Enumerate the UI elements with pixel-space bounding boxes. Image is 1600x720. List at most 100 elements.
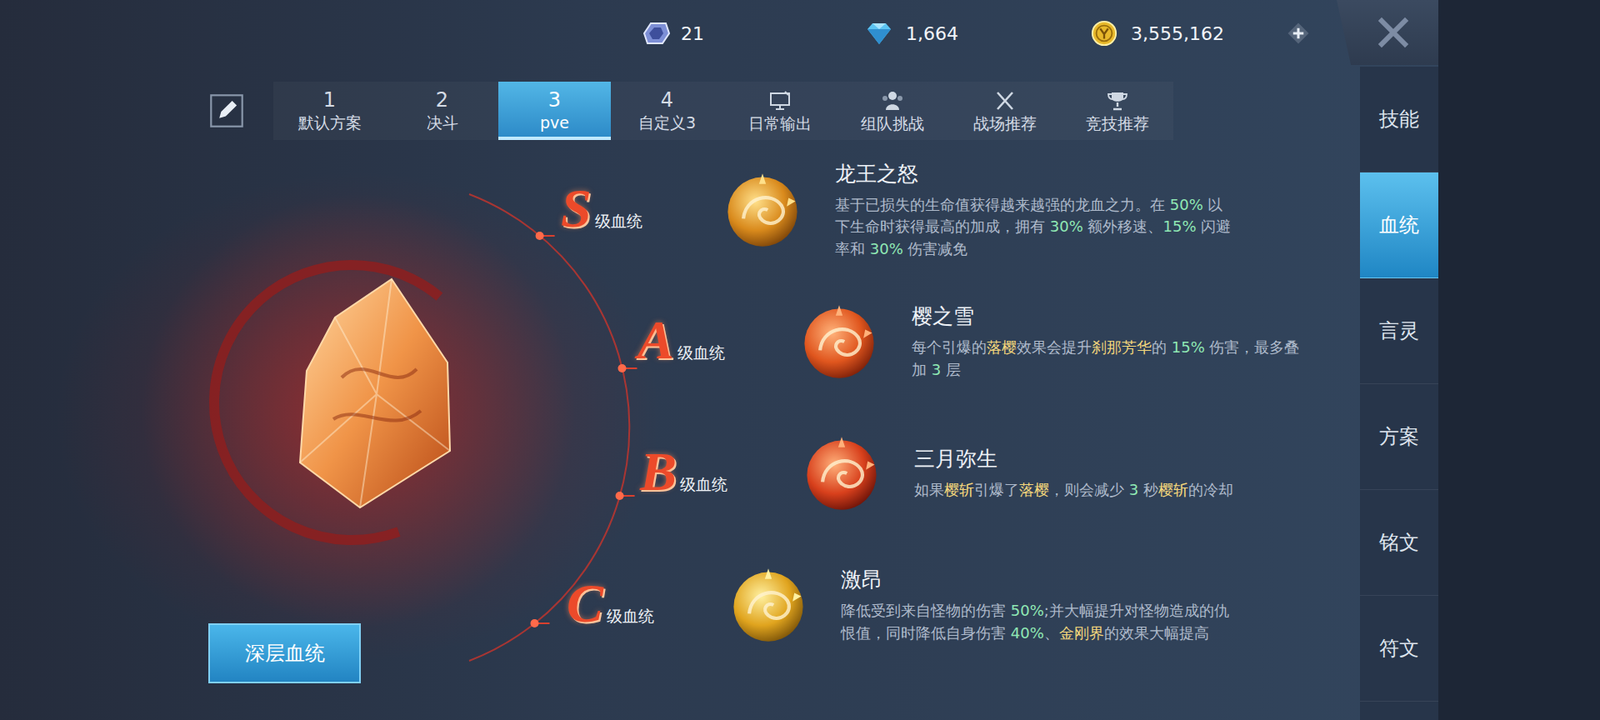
sidebar: 技能血统言灵方案铭文符文 xyxy=(1360,66,1439,720)
bloodline-description: 基于已损失的生命值获得越来越强的龙血之力。在 50% 以下生命时获得最高的加成，… xyxy=(835,194,1235,260)
bloodline-name: 激昂 xyxy=(840,565,1241,594)
description-segment: 金刚界 xyxy=(1059,624,1105,642)
plan-tab[interactable]: 3 pve xyxy=(498,81,611,140)
bloodline-name: 龙王之怒 xyxy=(835,160,1235,188)
description-segment: 50% xyxy=(1170,195,1204,214)
currency-item: 21 xyxy=(637,20,863,47)
description-segment: 引爆了 xyxy=(974,480,1020,499)
monitor-icon xyxy=(768,90,792,112)
plan-tab[interactable]: 4 自定义3 xyxy=(610,81,724,140)
plan-tab[interactable]: 1 默认方案 xyxy=(273,81,386,140)
bloodline-row[interactable]: A级血统樱之雪每个引爆的落樱效果会提升刹那芳华的 15% 伤害，最多叠加 3 层 xyxy=(637,275,1360,408)
description-segment: 伤害减免 xyxy=(903,240,969,258)
bloodline-row[interactable]: B级血统三月弥生如果樱斩引爆了落樱，则会减少 3 秒樱斩的冷却 xyxy=(640,407,1360,540)
grade-label: 级血统 xyxy=(606,605,655,628)
grade-tag: S级血统 xyxy=(560,180,711,240)
bloodline-description: 降低受到来自怪物的伤害 50%;并大幅提升对怪物造成的仇恨值，同时降低自身伤害 … xyxy=(840,600,1241,644)
description-segment: 秒 xyxy=(1138,480,1159,499)
bloodline-content: 深层血统S级血统龙王之怒基于已损失的生命值获得越来越强的龙血之力。在 50% 以… xyxy=(0,140,1360,720)
edit-plan-button[interactable] xyxy=(206,81,247,140)
crystal-icon xyxy=(637,20,671,47)
sidebar-item[interactable]: 技能 xyxy=(1360,66,1439,173)
grade-label: 级血统 xyxy=(680,474,728,496)
sidebar-item[interactable]: 铭文 xyxy=(1360,490,1439,596)
description-segment: 40% xyxy=(1010,624,1045,642)
bloodline-name: 三月弥生 xyxy=(914,445,1315,473)
description-segment: 、 xyxy=(1044,624,1060,642)
grade-letter: A xyxy=(637,312,675,368)
description-segment: 30% xyxy=(870,240,904,258)
description-segment: 3 xyxy=(931,360,941,379)
currency-amount: 3,555,162 xyxy=(1130,23,1225,45)
description-segment: 每个引爆的 xyxy=(911,338,987,356)
pencil-icon xyxy=(208,92,245,130)
description-segment: 的 xyxy=(1151,338,1172,356)
description-segment: 降低受到来自怪物的伤害 xyxy=(840,601,1011,620)
tab-number: 3 xyxy=(548,90,561,111)
tab-label: 组队挑战 xyxy=(860,115,925,133)
plan-tab[interactable]: 战场推荐 xyxy=(948,81,1061,140)
bloodline-info: 龙王之怒基于已损失的生命值获得越来越强的龙血之力。在 50% 以下生命时获得最高… xyxy=(835,160,1235,260)
grade-tag: B级血统 xyxy=(640,444,790,503)
grade-tag: C级血统 xyxy=(566,575,717,635)
description-segment: 3 xyxy=(1129,480,1139,499)
bloodline-main: 1默认方案2决斗3pve4自定义3日常输出组队挑战战场推荐竞技推荐深层血统S级血… xyxy=(0,66,1360,720)
currency-bar: 21 1,664 3,555,162 xyxy=(0,0,1439,67)
grade-tag: A级血统 xyxy=(637,312,788,371)
description-segment: 刹那芳华 xyxy=(1091,338,1152,356)
right-margin xyxy=(1438,0,1600,720)
sidebar-item[interactable]: 符文 xyxy=(1360,595,1439,702)
currency-amount: 1,664 xyxy=(905,23,959,45)
bloodline-row[interactable]: S级血统 龙王之怒基于已损失的生命值获得越来越强的龙血之力。在 50% 以下生命时… xyxy=(560,144,1360,276)
bloodline-skill-icon xyxy=(795,298,883,385)
bloodline-visual: 深层血统 xyxy=(0,144,534,720)
close-button[interactable] xyxy=(1336,0,1439,65)
add-currency-button[interactable] xyxy=(1281,16,1315,50)
team-icon xyxy=(880,90,905,112)
tab-label: 日常输出 xyxy=(748,115,812,133)
tab-number: 1 xyxy=(323,90,336,111)
plan-tab[interactable]: 组队挑战 xyxy=(835,81,949,140)
plan-tab[interactable]: 竞技推荐 xyxy=(1060,81,1174,140)
tab-label: pve xyxy=(540,114,570,132)
tab-label: 默认方案 xyxy=(298,114,362,132)
sidebar-item[interactable]: 方案 xyxy=(1360,384,1439,490)
description-segment: 樱斩 xyxy=(1158,480,1189,499)
bloodline-name: 樱之雪 xyxy=(911,302,1312,330)
description-segment: 落樱 xyxy=(1019,480,1050,499)
trophy-icon xyxy=(1105,90,1130,112)
description-segment: 的效果大幅提高 xyxy=(1104,624,1210,642)
plan-tab[interactable]: 2 决斗 xyxy=(385,81,499,140)
description-segment: 15% xyxy=(1162,217,1196,235)
currency-amount: 21 xyxy=(680,23,705,45)
panel-body: 1默认方案2决斗3pve4自定义3日常输出组队挑战战场推荐竞技推荐深层血统S级血… xyxy=(0,66,1439,720)
bloodline-list: S级血统龙王之怒基于已损失的生命值获得越来越强的龙血之力。在 50% 以下生命时… xyxy=(533,144,1360,720)
sidebar-item[interactable]: 言灵 xyxy=(1360,278,1439,385)
crossed-swords-icon xyxy=(993,90,1017,112)
description-segment: ，则会减少 xyxy=(1049,480,1130,499)
description-segment: 30% xyxy=(1050,217,1084,235)
bloodline-description: 每个引爆的落樱效果会提升刹那芳华的 15% 伤害，最多叠加 3 层 xyxy=(911,336,1312,380)
tab-number: 2 xyxy=(435,90,449,111)
plan-tab-bar: 1 默认方案 2 决斗 3 pve 4 自定义3 日常输出 组队挑战 战场推荐竞技推荐 xyxy=(0,81,1360,140)
grade-letter: S xyxy=(560,180,592,236)
tab-label: 自定义3 xyxy=(638,114,696,132)
coin-icon xyxy=(1087,20,1121,47)
plus-icon xyxy=(1285,20,1311,46)
tab-label: 决斗 xyxy=(426,114,459,132)
description-segment: 落樱 xyxy=(986,338,1017,356)
tab-number: 4 xyxy=(660,90,674,111)
game-panel: 21 1,664 3,555,162 1 默认方案 2 决斗 3 pve 4 自定义3 日常输出 组队挑… xyxy=(0,0,1439,720)
tab-label: 竞技推荐 xyxy=(1085,115,1150,133)
description-segment: 樱斩 xyxy=(944,480,975,499)
sidebar-item[interactable]: 血统 xyxy=(1360,172,1439,279)
currency-item: 3,555,162 xyxy=(1087,20,1282,47)
bloodline-row[interactable]: C级血统 激昂降低受到来自怪物的伤害 50%;并大幅提升对怪物造成的仇恨值，同时降… xyxy=(566,539,1360,671)
description-segment: 额外移速、 xyxy=(1083,217,1164,235)
description-segment: 50% xyxy=(1010,601,1045,620)
description-segment: 层 xyxy=(940,360,961,379)
crystal-stage xyxy=(0,144,534,611)
description-segment: 的冷却 xyxy=(1188,480,1234,499)
plan-tab[interactable]: 日常输出 xyxy=(723,81,836,140)
deep-bloodline-button[interactable]: 深层血统 xyxy=(208,623,361,684)
